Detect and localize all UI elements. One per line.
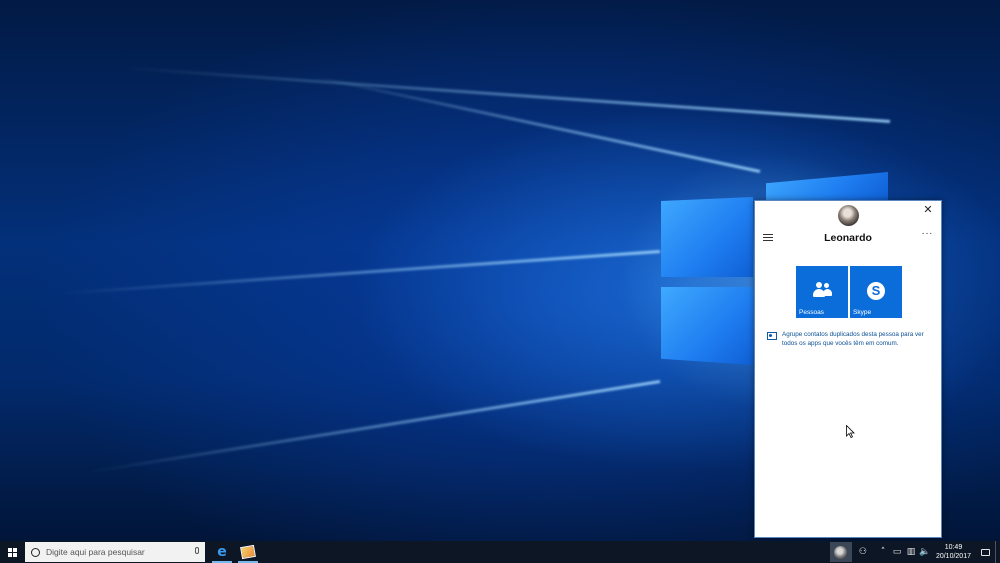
mouse-cursor-icon [846, 425, 855, 438]
windows-logo-pane [661, 287, 753, 365]
battery-icon[interactable]: ▭ [890, 547, 904, 557]
avatar [834, 545, 848, 559]
action-center-button[interactable] [977, 541, 993, 563]
start-button[interactable] [0, 541, 24, 563]
clock[interactable]: 10:49 20/10/2017 [936, 543, 971, 561]
more-options-button[interactable]: ··· [922, 228, 934, 239]
merge-contacts-link[interactable]: Agrupe contatos duplicados desta pessoa … [767, 331, 933, 348]
people-flyout: ✕ Leonardo ··· Pessoas S Skype Agrupe co… [754, 200, 942, 538]
contact-card-icon [767, 332, 777, 340]
tile-pessoas[interactable]: Pessoas [796, 266, 848, 318]
microphone-icon[interactable] [195, 547, 199, 554]
people-icon [813, 282, 833, 298]
windows-logo-icon [7, 547, 17, 557]
taskbar: Digite aqui para pesquisar e ⚇ ˄ ▭ ▥ 🔈 1… [0, 541, 1000, 563]
clock-date: 20/10/2017 [935, 553, 971, 560]
merge-contacts-text: Agrupe contatos duplicados desta pessoa … [782, 331, 924, 347]
tile-skype[interactable]: S Skype [850, 266, 902, 318]
tile-label: Pessoas [799, 309, 824, 316]
wallpaper-light-beam [121, 66, 891, 123]
edge-icon: e [217, 544, 227, 560]
contact-avatar [838, 205, 859, 226]
wallpaper-light-beam [309, 74, 761, 173]
tile-label: Skype [853, 309, 872, 316]
notification-icon [980, 548, 990, 556]
cortana-icon [31, 547, 40, 557]
system-tray: ⚇ ˄ ▭ ▥ 🔈 10:49 20/10/2017 [829, 541, 1000, 563]
taskbar-app-paint[interactable] [235, 541, 261, 563]
volume-icon[interactable]: 🔈 [918, 547, 932, 557]
chevron-up-icon[interactable]: ˄ [876, 547, 890, 557]
taskbar-people-button[interactable] [829, 542, 852, 562]
network-icon[interactable]: ▥ [904, 547, 918, 557]
close-button[interactable]: ✕ [921, 203, 935, 217]
show-desktop-button[interactable] [995, 541, 1000, 563]
paint-icon [240, 544, 256, 560]
app-tiles: Pessoas S Skype [796, 266, 904, 318]
search-box[interactable]: Digite aqui para pesquisar [25, 542, 205, 562]
search-placeholder: Digite aqui para pesquisar [46, 547, 145, 557]
windows-logo-pane [661, 197, 753, 277]
clock-time: 10:49 [944, 544, 963, 551]
skype-icon: S [867, 282, 885, 300]
taskbar-app-edge[interactable]: e [209, 541, 235, 563]
wallpaper-light-beam [61, 250, 661, 295]
people-icon[interactable]: ⚇ [856, 547, 870, 557]
wallpaper-light-beam [86, 380, 661, 474]
contact-name: Leonardo [824, 232, 872, 244]
